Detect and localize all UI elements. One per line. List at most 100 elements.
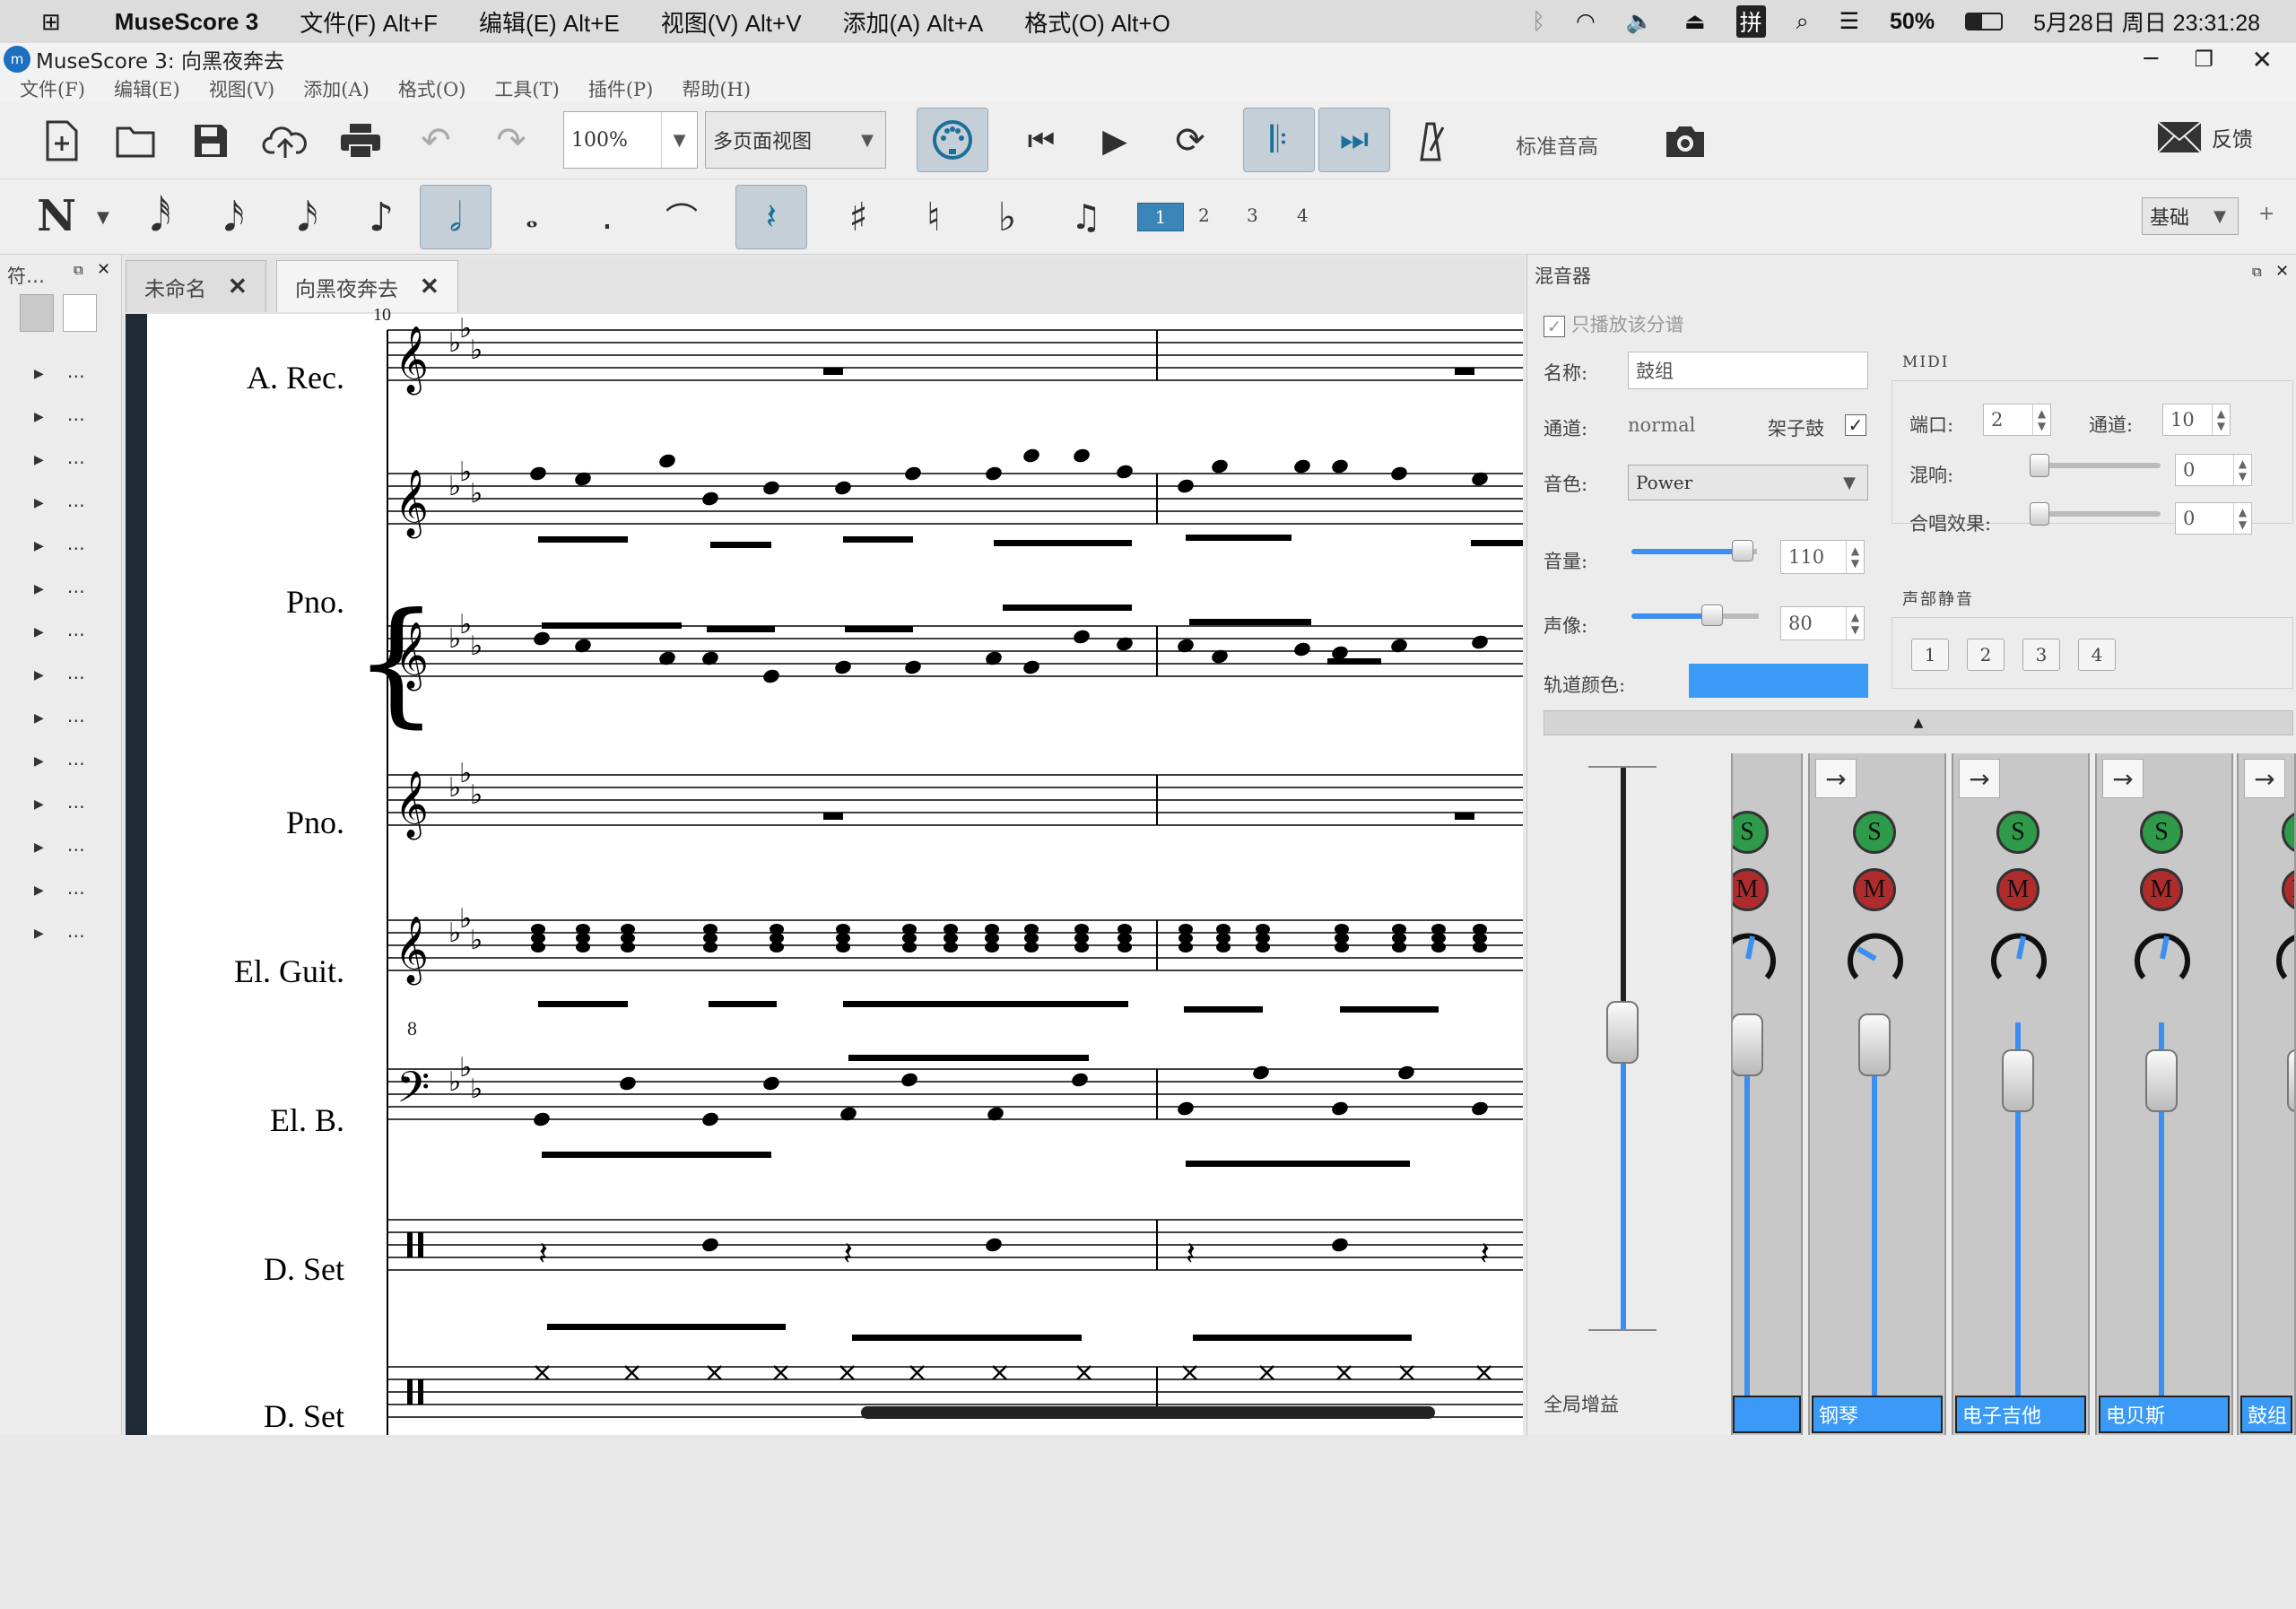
volume-fader[interactable] [1744,1022,1750,1399]
drumset-checkbox[interactable]: ✓ [1845,414,1866,436]
note-half-button[interactable]: 𝅗𝅥 [420,185,491,249]
menu-plugins[interactable]: 插件(P) [588,75,654,102]
chevron-down-icon[interactable]: ▼ [849,112,885,168]
rest-button[interactable]: 𝄽 [735,185,807,249]
concert-pitch-button[interactable]: 标准音高 [1516,129,1598,160]
voice-mute-3-button[interactable]: 3 [2022,639,2060,671]
pan-slider[interactable] [1631,604,1759,631]
menu-edit[interactable]: 编辑(E) [114,75,180,102]
voice-mute-1-button[interactable]: 1 [1911,639,1949,671]
instrument-name-drums-2[interactable]: D. Set [129,1397,344,1435]
instrument-name-drums[interactable]: D. Set [129,1250,344,1288]
solo-button[interactable]: S [2140,811,2183,854]
fader-handle[interactable] [2287,1049,2294,1112]
voice-3-button[interactable]: 3 [1247,204,1258,226]
upload-button[interactable] [260,117,310,165]
volume-icon[interactable]: 🔈 [1626,9,1654,35]
channel-name-label[interactable]: 钢琴 [1812,1396,1943,1433]
pan-score-button[interactable]: ⏭ [1318,108,1390,172]
fader-handle[interactable] [1733,1013,1763,1076]
solo-button[interactable]: S [1853,811,1896,854]
slider-handle[interactable] [1701,604,1723,626]
new-score-button[interactable] [38,117,86,165]
expand-arrow-icon[interactable]: ▶ [34,453,44,467]
expand-channel-button[interactable]: → [1815,759,1857,798]
spin-arrows-icon[interactable]: ▲ ▼ [1846,607,1864,639]
reverb-spinbox[interactable]: 0 ▲ ▼ [2175,454,2252,486]
flat-button[interactable]: ♭ [983,192,1031,242]
instrument-name-guitar[interactable]: El. Guit. [129,952,344,990]
maximize-button[interactable]: ❐ [2194,47,2213,72]
chevron-down-icon[interactable]: ▼ [2202,198,2238,234]
channel-name-label[interactable]: 电贝斯 [2099,1396,2230,1433]
sound-combo[interactable]: Power ▼ [1628,465,1868,500]
volume-slider[interactable] [1631,540,1759,567]
voice-2-button[interactable]: 2 [1198,204,1210,226]
palette-item[interactable]: ▶… [34,791,85,813]
sharp-button[interactable]: ♯ [834,192,883,242]
pan-knob[interactable] [1731,929,1778,988]
palette-item[interactable]: ▶… [34,490,85,511]
port-spinbox[interactable]: 2 ▲ ▼ [1983,404,2051,436]
palette-color-swatch-white[interactable] [63,294,97,332]
expand-arrow-icon[interactable]: ▶ [34,410,44,424]
float-panel-icon[interactable]: ⧉ [2252,264,2262,280]
expand-arrow-icon[interactable]: ▶ [34,926,44,941]
master-gain-slider[interactable] [1570,766,1678,1609]
mute-button[interactable]: M [2282,868,2294,911]
repeat-playback-button[interactable]: 𝄆 [1243,108,1315,172]
app-menu[interactable]: MuseScore 3 [115,8,258,36]
input-method-icon[interactable]: 拼 [1735,5,1766,38]
midi-channel-spinbox[interactable]: 10 ▲ ▼ [2162,404,2231,436]
menu-file[interactable]: 文件(F) [20,75,85,102]
mute-button[interactable]: M [1853,868,1896,911]
pan-knob[interactable] [1846,929,1905,988]
chorus-spinbox[interactable]: 0 ▲ ▼ [2175,502,2252,535]
save-button[interactable] [187,117,235,165]
view-mode-combo[interactable]: 多页面视图 ▼ [705,111,886,169]
palette-item[interactable]: ▶… [34,748,85,770]
add-workspace-button[interactable]: + [2258,203,2274,225]
expand-arrow-icon[interactable]: ▶ [34,582,44,596]
mute-button[interactable]: M [1733,868,1769,911]
note-16th-button[interactable]: 𝅘𝅥𝅯 [283,192,332,242]
chevron-down-icon[interactable]: ▼ [661,112,697,168]
menu-tools[interactable]: 工具(T) [494,75,559,102]
voice-1-button[interactable]: 1 [1137,203,1184,231]
instrument-name-recorder[interactable]: A. Rec. [129,359,344,396]
volume-fader[interactable] [1872,1022,1877,1399]
channel-name-label[interactable]: 鼓组 [2240,1396,2292,1433]
pan-spinbox[interactable]: 80 ▲ ▼ [1780,606,1865,640]
expand-channel-button[interactable]: → [2102,759,2144,798]
sys-menu-edit[interactable]: 编辑(E) Alt+E [479,5,620,39]
expand-arrow-icon[interactable]: ▶ [34,625,44,639]
palette-item[interactable]: ▶… [34,877,85,899]
tab-current-score[interactable]: 向黑夜奔去 ✕ [276,260,458,312]
flip-direction-button[interactable]: ♫ [1062,192,1110,242]
palette-item[interactable]: ▶… [34,361,85,382]
palette-item[interactable]: ▶… [34,447,85,468]
bluetooth-icon[interactable]: ᛒ [1532,9,1545,35]
slider-handle[interactable] [2030,502,2049,526]
palette-item[interactable]: ▶… [34,662,85,683]
battery-icon[interactable] [1965,13,2004,30]
solo-button[interactable]: S [1733,811,1769,854]
clock[interactable]: 5月28日 周日 23:31:28 [2033,5,2260,38]
sys-menu-view[interactable]: 视图(V) Alt+V [661,5,802,39]
play-button[interactable]: ▶ [1091,117,1139,165]
zoom-combo[interactable]: 100% ▼ [563,111,698,169]
close-icon[interactable]: ✕ [228,274,248,300]
menu-add[interactable]: 添加(A) [303,75,370,102]
redo-button[interactable]: ↷ [486,117,536,165]
voice-mute-2-button[interactable]: 2 [1967,639,2005,671]
spin-arrows-icon[interactable]: ▲ ▼ [1846,541,1864,573]
pan-knob[interactable] [1989,929,2048,988]
close-panel-icon[interactable]: ✕ [97,260,110,279]
screenshot-button[interactable] [1661,117,1709,165]
expand-arrow-icon[interactable]: ▶ [34,883,44,898]
slider-handle[interactable] [1606,1001,1639,1064]
midi-input-button[interactable] [917,108,988,172]
pan-knob[interactable] [2274,929,2296,988]
menu-help[interactable]: 帮助(H) [682,75,751,102]
expand-channel-button[interactable]: → [2244,759,2285,798]
